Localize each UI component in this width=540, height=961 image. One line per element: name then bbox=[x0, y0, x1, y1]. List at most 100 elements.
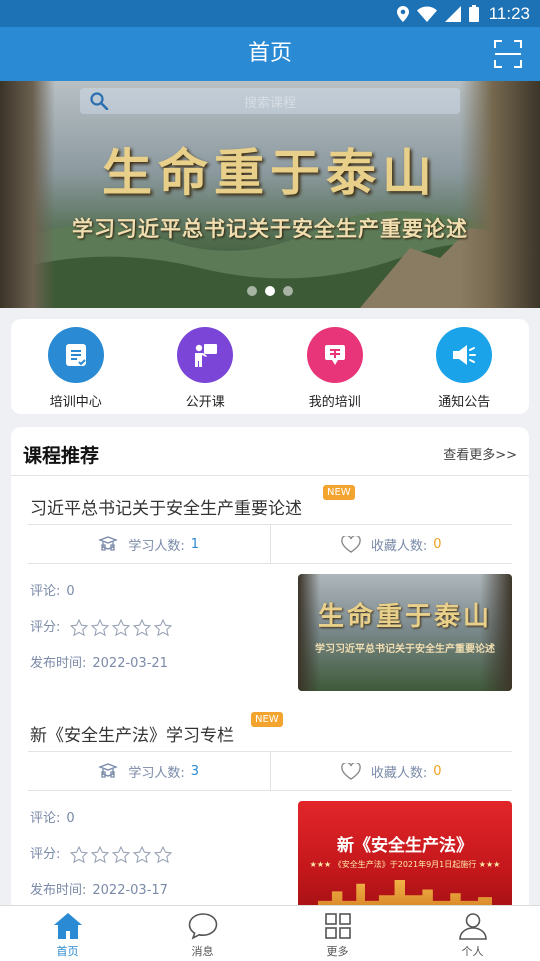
star-icon bbox=[154, 619, 173, 637]
learners-count: 3 bbox=[190, 763, 200, 779]
star-icon bbox=[112, 619, 131, 637]
scan-icon[interactable] bbox=[494, 40, 522, 68]
search-placeholder: 搜索课程 bbox=[243, 95, 296, 111]
star-icon bbox=[70, 619, 89, 637]
learners-count: 1 bbox=[190, 536, 200, 552]
course-title[interactable]: 习近平总书记关于安全生产重要论述 bbox=[30, 494, 302, 519]
training-center-icon bbox=[47, 327, 104, 383]
page-title: 首页 bbox=[247, 41, 292, 66]
tab-label: 更多 bbox=[326, 945, 349, 958]
status-time: 11:23 bbox=[488, 3, 530, 23]
search-bar[interactable]: 搜索课程 bbox=[80, 88, 460, 114]
home-icon bbox=[53, 911, 83, 941]
announcement-icon bbox=[436, 327, 493, 383]
star-icon bbox=[133, 846, 152, 864]
favorites-stat[interactable]: 收藏人数: 0 bbox=[269, 525, 513, 563]
course-title[interactable]: 新《安全生产法》学习专栏 bbox=[30, 721, 234, 746]
user-icon bbox=[458, 911, 488, 941]
banner-subheadline: 学习习近平总书记关于安全生产重要论述 bbox=[72, 216, 468, 241]
star-icon bbox=[112, 846, 131, 864]
carousel-indicator bbox=[0, 286, 540, 296]
thumb-title: 新《安全生产法》 bbox=[337, 836, 473, 856]
quick-menu: 培训中心 公开课 我的培训 通知公告 bbox=[11, 319, 529, 414]
course-thumbnail[interactable]: 生命重于泰山 学习习近平总书记关于安全生产重要论述 bbox=[298, 574, 512, 691]
signal-icon bbox=[444, 5, 461, 22]
status-bar: 11:23 bbox=[0, 0, 540, 27]
tab-messages[interactable]: 消息 bbox=[135, 906, 270, 961]
menu-label: 培训中心 bbox=[49, 395, 102, 410]
tab-label: 首页 bbox=[56, 945, 79, 958]
comments-count: 0 bbox=[66, 811, 75, 826]
star-icon bbox=[70, 846, 89, 864]
course-info: 评论: 0 评分: 发布时间: 2022-03-21 bbox=[30, 574, 173, 682]
learners-icon bbox=[98, 763, 119, 779]
new-badge: NEW bbox=[323, 485, 355, 500]
comments-label: 评论: bbox=[30, 584, 61, 599]
course-info: 评论: 0 评分: 发布时间: 2022-03-17 bbox=[30, 801, 173, 909]
course-stats: 学习人数: 3 收藏人数: 0 bbox=[28, 751, 512, 791]
learners-stat: 学习人数: 3 bbox=[28, 752, 270, 790]
published-date: 2022-03-21 bbox=[92, 656, 168, 671]
course-stats: 学习人数: 1 收藏人数: 0 bbox=[28, 524, 512, 564]
thumb-title: 生命重于泰山 bbox=[317, 602, 492, 632]
course-recommend-card: 课程推荐 查看更多>> 习近平总书记关于安全生产重要论述 NEW 学习人数: 1… bbox=[11, 427, 529, 960]
star-icon bbox=[154, 846, 173, 864]
rating-stars bbox=[70, 846, 173, 864]
rating-stars bbox=[70, 619, 173, 637]
message-icon bbox=[188, 911, 218, 941]
wifi-icon bbox=[416, 6, 437, 22]
comments-count: 0 bbox=[66, 584, 75, 599]
star-icon bbox=[91, 846, 110, 864]
menu-label: 我的培训 bbox=[308, 395, 361, 410]
heart-icon bbox=[341, 535, 361, 553]
learners-icon bbox=[98, 536, 119, 552]
carousel-dot[interactable] bbox=[247, 286, 257, 296]
learners-label: 学习人数: bbox=[128, 538, 185, 554]
view-more-link[interactable]: 查看更多>> bbox=[443, 444, 517, 463]
section-title: 课程推荐 bbox=[23, 445, 100, 467]
tab-label: 消息 bbox=[191, 945, 214, 958]
thumb-subtitle: ★★★ 《安全生产法》于2021年9月1日起施行 ★★★ bbox=[309, 860, 501, 869]
carousel-dot[interactable] bbox=[283, 286, 293, 296]
learners-label: 学习人数: bbox=[128, 765, 185, 781]
star-icon bbox=[91, 619, 110, 637]
search-icon bbox=[90, 92, 110, 114]
menu-item-announcement[interactable]: 通知公告 bbox=[400, 319, 530, 414]
course-thumbnail[interactable]: 新《安全生产法》 ★★★ 《安全生产法》于2021年9月1日起施行 ★★★ bbox=[298, 801, 512, 918]
favorites-label: 收藏人数: bbox=[370, 538, 428, 554]
favorites-count: 0 bbox=[433, 763, 442, 779]
menu-item-my-training[interactable]: 我的培训 bbox=[270, 319, 400, 414]
open-class-icon bbox=[177, 327, 234, 383]
favorites-stat[interactable]: 收藏人数: 0 bbox=[269, 752, 513, 790]
bottom-tab-bar: 首页 消息 更多 个人 bbox=[0, 905, 540, 961]
tab-more[interactable]: 更多 bbox=[270, 906, 405, 961]
rating-label: 评分: bbox=[30, 620, 61, 635]
carousel-dot[interactable] bbox=[265, 286, 275, 296]
menu-label: 公开课 bbox=[185, 395, 225, 410]
menu-label: 通知公告 bbox=[438, 395, 491, 410]
menu-item-training-center[interactable]: 培训中心 bbox=[11, 319, 141, 414]
favorites-count: 0 bbox=[433, 536, 442, 552]
published-label: 发布时间: bbox=[30, 656, 87, 671]
rating-label: 评分: bbox=[30, 847, 61, 862]
learners-stat: 学习人数: 1 bbox=[28, 525, 270, 563]
banner-headline: 生命重于泰山 bbox=[102, 143, 438, 202]
tab-home[interactable]: 首页 bbox=[0, 906, 135, 961]
heart-icon bbox=[341, 762, 361, 780]
section-header: 课程推荐 查看更多>> bbox=[11, 427, 529, 476]
star-icon bbox=[133, 619, 152, 637]
comments-label: 评论: bbox=[30, 811, 61, 826]
thumb-subtitle: 学习习近平总书记关于安全生产重要论述 bbox=[315, 644, 495, 655]
new-badge: NEW bbox=[251, 712, 283, 727]
menu-item-open-class[interactable]: 公开课 bbox=[141, 319, 271, 414]
battery-icon bbox=[468, 5, 479, 22]
app-bar: 首页 bbox=[0, 27, 540, 81]
published-date: 2022-03-17 bbox=[92, 883, 168, 898]
my-training-icon bbox=[306, 327, 363, 383]
favorites-label: 收藏人数: bbox=[370, 765, 428, 781]
banner-carousel[interactable]: 搜索课程 生命重于泰山 学习习近平总书记关于安全生产重要论述 bbox=[0, 81, 540, 308]
grid-icon bbox=[324, 911, 352, 941]
tab-label: 个人 bbox=[461, 945, 484, 958]
tab-profile[interactable]: 个人 bbox=[405, 906, 540, 961]
location-icon bbox=[396, 5, 409, 22]
